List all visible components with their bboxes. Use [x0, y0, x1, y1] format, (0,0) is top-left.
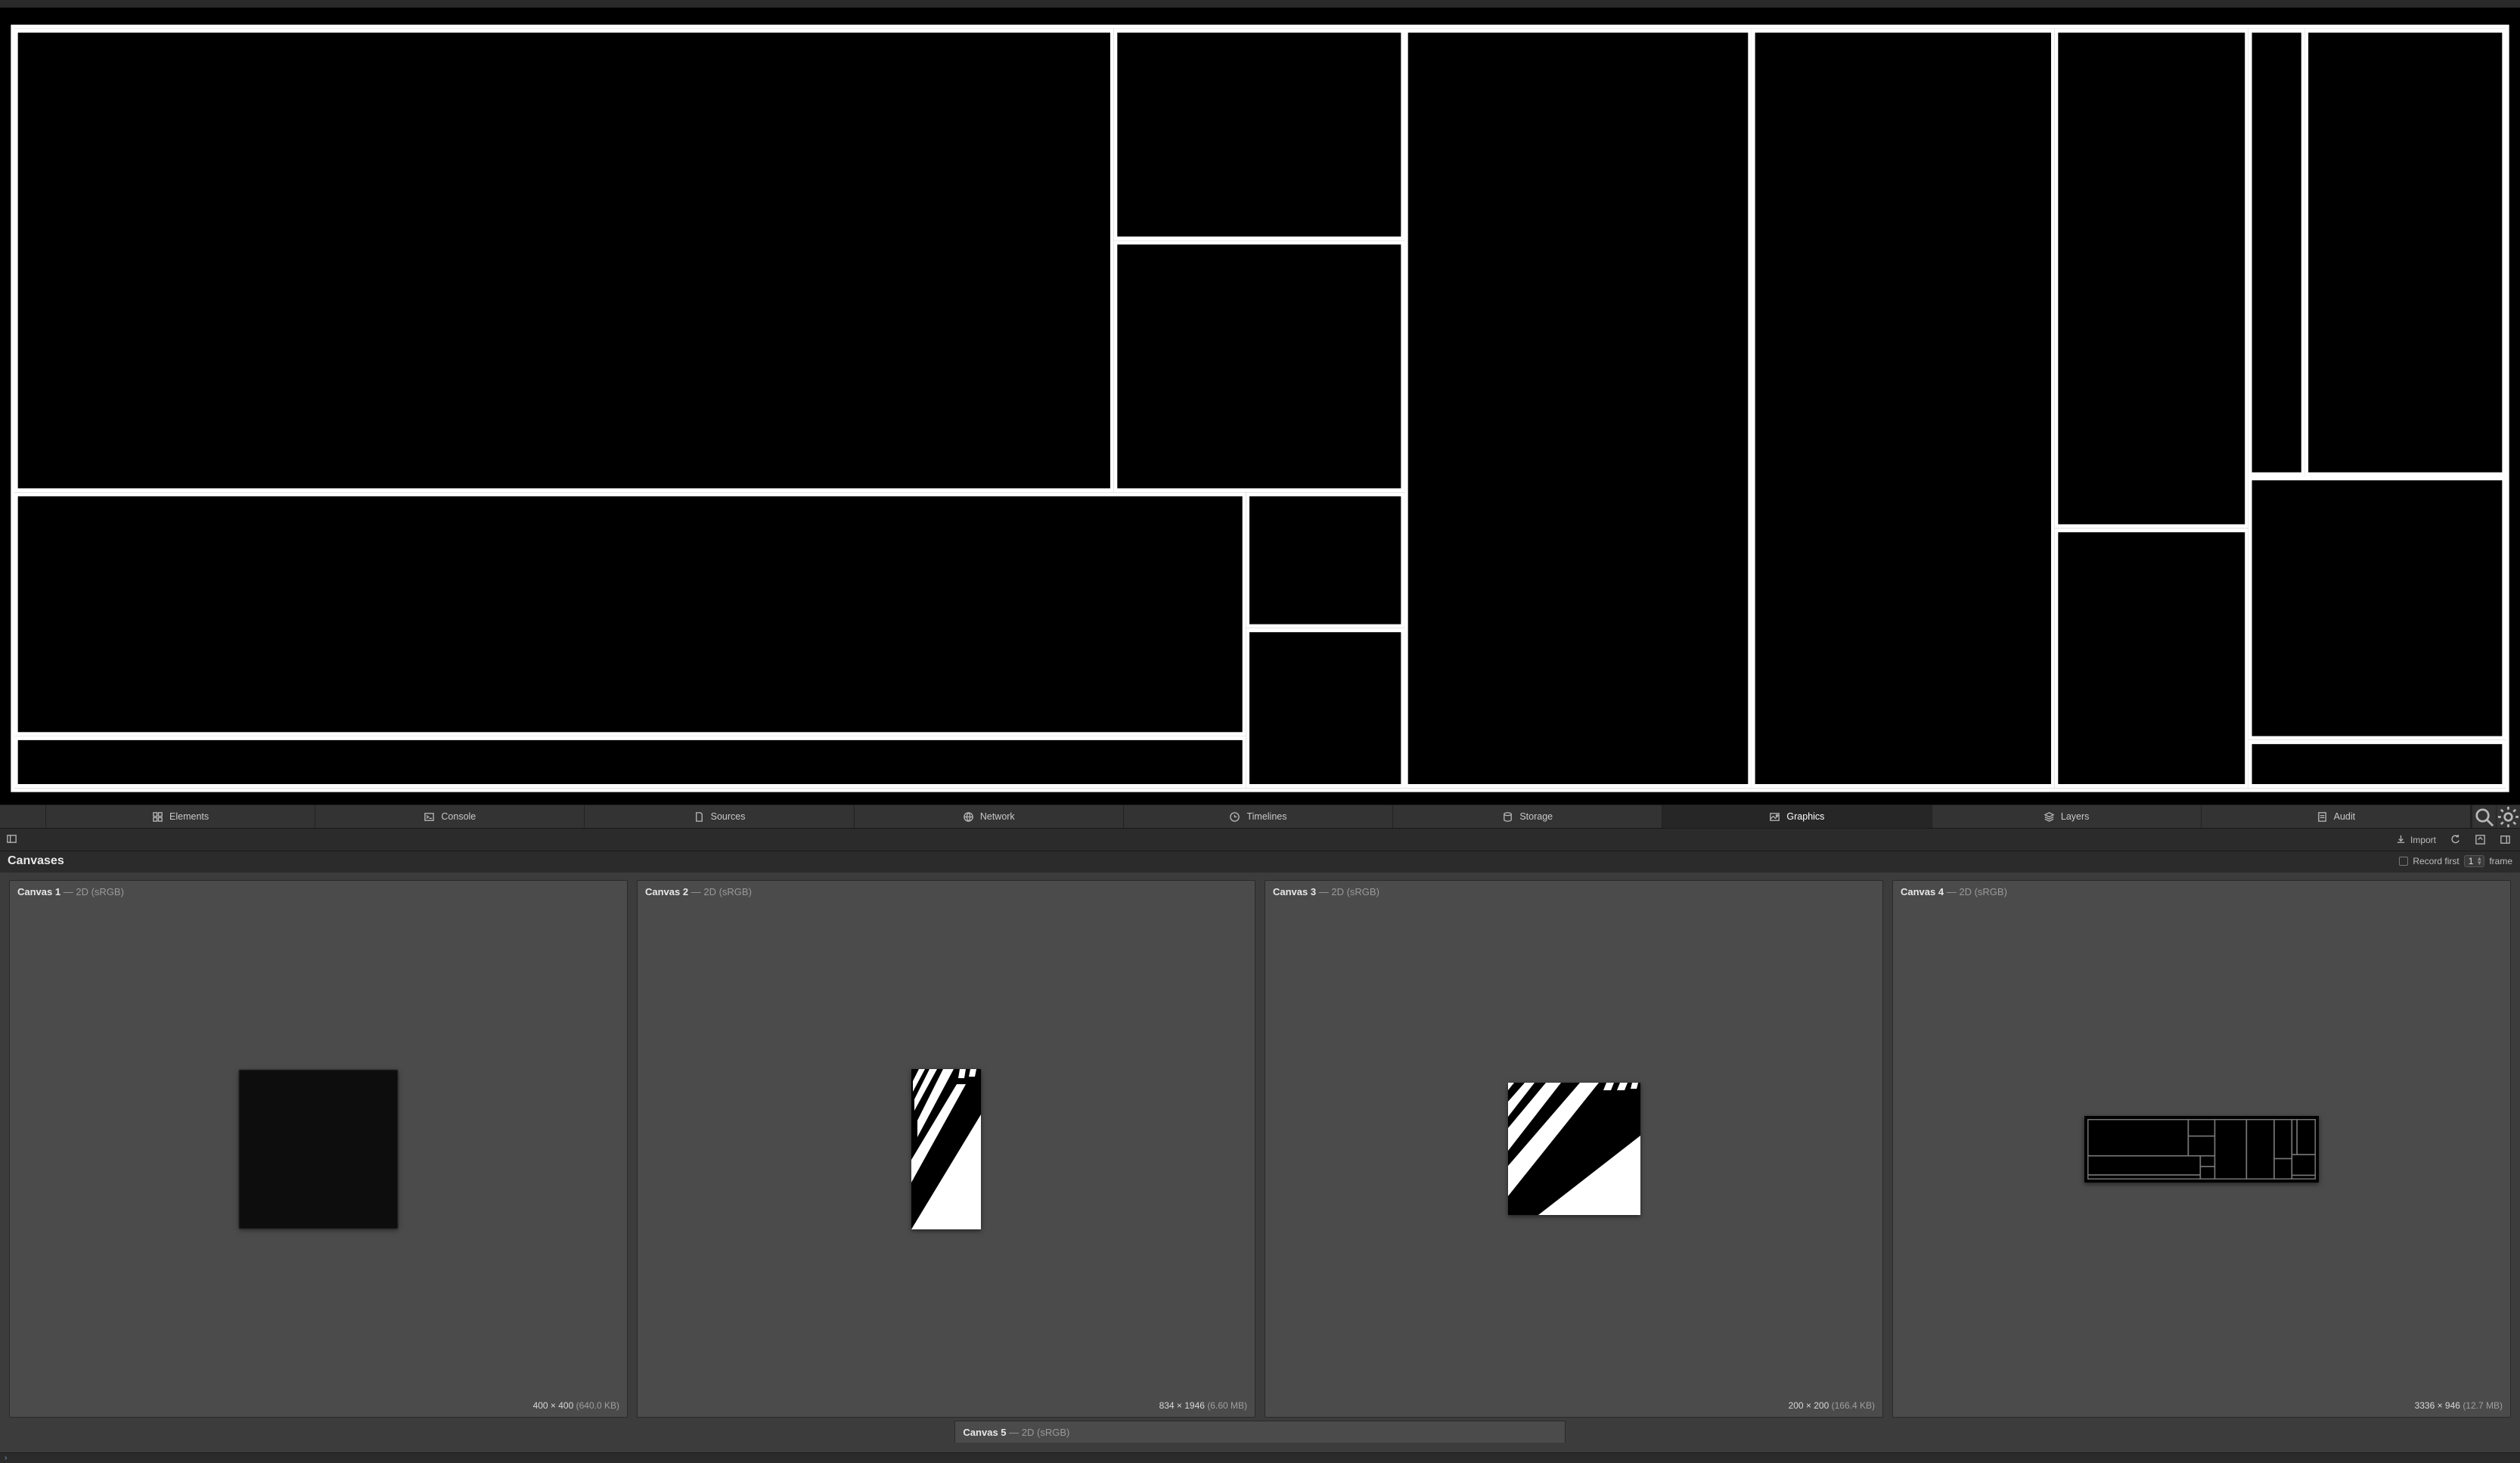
- tab-network[interactable]: Network: [855, 805, 1124, 828]
- audit-icon: [2317, 811, 2328, 823]
- canvas-thumbnail: [239, 1070, 398, 1229]
- canvas-tiles-area: Canvas 1 — 2D (sRGB) 400 × 400 (640.0 KB…: [0, 873, 2520, 1452]
- canvas-tile[interactable]: Canvas 2 — 2D (sRGB): [637, 880, 1255, 1418]
- tab-console[interactable]: Console: [315, 805, 585, 828]
- canvas-context: 2D (sRGB): [703, 886, 752, 897]
- canvas-thumbnail: [2084, 1116, 2319, 1182]
- canvas-tile-title: Canvas 4 — 2D (sRGB): [1893, 881, 2510, 900]
- panel-right-icon[interactable]: [2497, 834, 2514, 845]
- record-first-value: 1: [2469, 856, 2474, 866]
- sidebar-toggle-icon[interactable]: [6, 833, 17, 847]
- import-button[interactable]: Import: [2392, 834, 2439, 845]
- canvas-preview: [10, 900, 627, 1397]
- canvas-name: Canvas 2: [645, 886, 688, 897]
- canvas-context: 2D (sRGB): [1331, 886, 1379, 897]
- canvas-name: Canvas 3: [1273, 886, 1316, 897]
- layout-preview: [9, 23, 2511, 794]
- tab-label: Graphics: [1786, 811, 1824, 822]
- download-icon: [2395, 834, 2407, 845]
- canvas-dimensions: 3336 × 946: [2415, 1400, 2460, 1411]
- record-first-unit: frame: [2489, 856, 2512, 866]
- tab-sources[interactable]: Sources: [585, 805, 854, 828]
- graphics-icon: [1769, 811, 1780, 823]
- storage-icon: [1502, 811, 1513, 823]
- search-icon[interactable]: [2472, 805, 2496, 828]
- canvas-thumbnail: [1508, 1083, 1640, 1215]
- record-first-checkbox[interactable]: [2399, 857, 2408, 866]
- canvas-size: (12.7 MB): [2463, 1400, 2503, 1411]
- tabbar-right-tools: [2471, 805, 2520, 828]
- canvas-dimensions: 400 × 400: [533, 1400, 574, 1411]
- tab-timelines[interactable]: Timelines: [1124, 805, 1393, 828]
- record-first-label: Record first: [2413, 856, 2459, 866]
- expand-icon[interactable]: [2472, 834, 2489, 845]
- devtools-tabbar: Elements Console Sources Network Timelin…: [0, 804, 2520, 829]
- refresh-icon[interactable]: [2447, 834, 2464, 845]
- tab-layers[interactable]: Layers: [1932, 805, 2202, 828]
- network-icon: [963, 811, 974, 823]
- tab-elements[interactable]: Elements: [46, 805, 315, 828]
- tab-label: Network: [980, 811, 1015, 822]
- import-label: Import: [2410, 835, 2436, 845]
- canvas-tiles-row2: Canvas 5 — 2D (sRGB): [0, 1421, 2520, 1449]
- canvas-context: 2D (sRGB): [1022, 1427, 1070, 1438]
- canvas-tile-title: Canvas 1 — 2D (sRGB): [10, 881, 627, 900]
- console-prompt-icon[interactable]: ›: [5, 1454, 7, 1462]
- canvas-tile-footer: 200 × 200 (166.4 KB): [1265, 1397, 1882, 1417]
- tab-storage[interactable]: Storage: [1393, 805, 1662, 828]
- canvas-name: Canvas 5: [963, 1427, 1006, 1438]
- canvas-tile-footer: 834 × 1946 (6.60 MB): [638, 1397, 1255, 1417]
- canvas-tile[interactable]: Canvas 5 — 2D (sRGB): [954, 1421, 1565, 1443]
- stepper-arrows-icon: ▲▼: [2476, 857, 2482, 866]
- canvas-thumbnail: [911, 1069, 981, 1229]
- canvas-tiles-grid: Canvas 1 — 2D (sRGB) 400 × 400 (640.0 KB…: [0, 873, 2520, 1421]
- gear-icon[interactable]: [2496, 805, 2520, 828]
- tab-graphics[interactable]: Graphics: [1662, 805, 1932, 828]
- canvas-tile-title: Canvas 3 — 2D (sRGB): [1265, 881, 1882, 900]
- layers-icon: [2044, 811, 2055, 823]
- app-root: Elements Console Sources Network Timelin…: [0, 0, 2520, 1463]
- tab-label: Storage: [1519, 811, 1553, 822]
- canvas-tile-title: Canvas 2 — 2D (sRGB): [638, 881, 1255, 900]
- elements-icon: [152, 811, 163, 823]
- page-content: [0, 0, 2520, 804]
- canvas-preview: [638, 900, 1255, 1397]
- canvas-tile-footer: 3336 × 946 (12.7 MB): [1893, 1397, 2510, 1417]
- canvas-tile[interactable]: Canvas 1 — 2D (sRGB) 400 × 400 (640.0 KB…: [9, 880, 628, 1418]
- sources-icon: [694, 811, 705, 823]
- canvas-context: 2D (sRGB): [76, 886, 124, 897]
- tab-audit[interactable]: Audit: [2202, 805, 2471, 828]
- canvas-name: Canvas 1: [17, 886, 61, 897]
- tabbar-left-tools: [0, 805, 46, 828]
- canvas-preview: [1893, 900, 2510, 1397]
- canvas-context: 2D (sRGB): [1959, 886, 2007, 897]
- canvases-title: Canvases: [8, 854, 64, 868]
- canvas-tile[interactable]: Canvas 4 — 2D (sRGB): [1892, 880, 2511, 1418]
- tab-label: Layers: [2061, 811, 2090, 822]
- tab-label: Sources: [711, 811, 746, 822]
- canvas-preview: [1265, 900, 1882, 1397]
- record-first-stepper[interactable]: 1 ▲▼: [2464, 855, 2485, 867]
- canvas-name: Canvas 4: [1901, 886, 1944, 897]
- tab-label: Audit: [2334, 811, 2356, 822]
- canvas-size: (640.0 KB): [576, 1400, 619, 1411]
- canvas-dimensions: 834 × 1946: [1159, 1400, 1205, 1411]
- canvas-tile[interactable]: Canvas 3 — 2D (sRGB): [1265, 880, 1883, 1418]
- graphics-toolbar: Import: [0, 829, 2520, 851]
- canvas-size: (166.4 KB): [1832, 1400, 1875, 1411]
- tab-label: Elements: [169, 811, 209, 822]
- canvas-dimensions: 200 × 200: [1789, 1400, 1829, 1411]
- canvases-header: Canvases Record first 1 ▲▼ frame: [0, 851, 2520, 873]
- timelines-icon: [1229, 811, 1240, 823]
- record-first-control: Record first 1 ▲▼ frame: [2399, 855, 2512, 867]
- tab-label: Timelines: [1246, 811, 1286, 822]
- canvas-tile-footer: 400 × 400 (640.0 KB): [10, 1397, 627, 1417]
- console-icon: [424, 811, 435, 823]
- canvas-size: (6.60 MB): [1207, 1400, 1247, 1411]
- console-statusbar: ›: [0, 1452, 2520, 1463]
- tab-label: Console: [441, 811, 476, 822]
